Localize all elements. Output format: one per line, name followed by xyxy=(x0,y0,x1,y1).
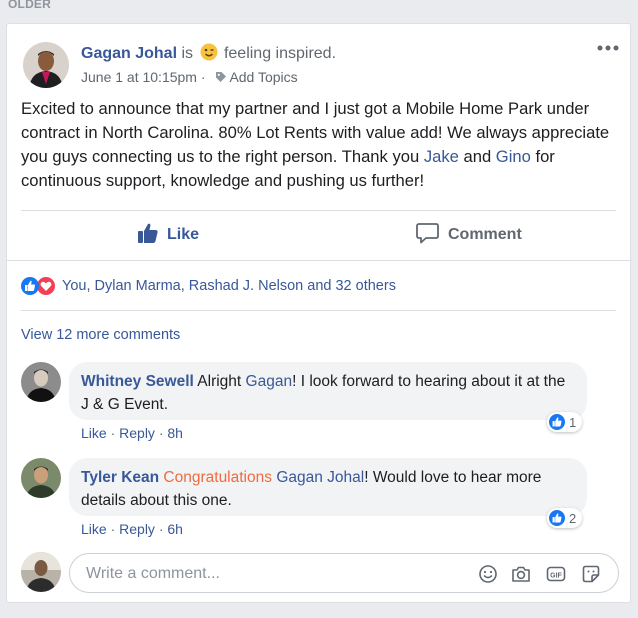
commenter-avatar[interactable] xyxy=(21,362,61,402)
author-name[interactable]: Gagan Johal xyxy=(81,45,177,62)
like-button[interactable]: Like xyxy=(137,220,199,250)
feeling-text[interactable]: feeling inspired. xyxy=(224,45,336,62)
comment-mention[interactable]: Gagan Johal xyxy=(276,469,364,486)
winking-face-emoji-icon xyxy=(200,43,218,67)
more-options-ellipsis-icon[interactable] xyxy=(596,40,620,56)
comment-actions: Like · Reply · 6h xyxy=(81,521,183,537)
comment-time[interactable]: 6h xyxy=(167,521,183,537)
post-card: Gagan Johal is feeling inspired. June 1 … xyxy=(6,23,631,603)
like-reaction-icon xyxy=(21,277,39,295)
reactions-text[interactable]: You, Dylan Marma, Rashad J. Nelson and 3… xyxy=(62,278,396,294)
current-user-avatar[interactable] xyxy=(21,552,61,592)
comment-bubble: Tyler Kean Congratulations Gagan Johal! … xyxy=(69,458,587,516)
comment-author[interactable]: Whitney Sewell xyxy=(81,373,194,390)
dot-separator: · xyxy=(110,521,116,537)
sticker-icon[interactable] xyxy=(581,564,601,584)
post-meta: June 1 at 10:15pm · Add Topics xyxy=(81,69,298,86)
author-avatar[interactable] xyxy=(23,42,69,88)
comment-bubble: Whitney Sewell Alright Gagan! I look for… xyxy=(69,362,587,420)
comment-actions: Like · Reply · 8h xyxy=(81,425,183,441)
smiley-icon[interactable] xyxy=(478,564,498,584)
comment-highlight-word: Congratulations xyxy=(163,469,272,486)
section-label: OLDER xyxy=(8,0,51,11)
mention-gino[interactable]: Gino xyxy=(496,147,531,166)
comment-author[interactable]: Tyler Kean xyxy=(81,469,159,486)
divider xyxy=(21,210,616,211)
comment-reaction-count[interactable]: 2 xyxy=(547,508,583,528)
post-body: Excited to announce that my partner and … xyxy=(21,97,621,193)
speech-bubble-icon xyxy=(416,222,439,249)
comment-composer: GIF xyxy=(69,553,619,594)
header-verb: is xyxy=(181,45,194,62)
meta-separator: · xyxy=(200,69,206,85)
divider xyxy=(21,310,616,311)
like-label: Like xyxy=(167,226,200,243)
gif-icon[interactable]: GIF xyxy=(546,564,566,584)
camera-icon[interactable] xyxy=(511,564,531,584)
dot-separator: · xyxy=(158,425,164,441)
dot-separator: · xyxy=(158,521,164,537)
divider xyxy=(7,260,630,261)
love-reaction-icon xyxy=(36,276,56,296)
comment-reply-link[interactable]: Reply xyxy=(119,521,155,537)
svg-text:GIF: GIF xyxy=(550,572,562,579)
like-reaction-icon xyxy=(549,414,565,430)
mention-jake[interactable]: Jake xyxy=(424,147,459,166)
view-more-comments-link[interactable]: View 12 more comments xyxy=(21,327,180,343)
dot-separator: · xyxy=(110,425,116,441)
reaction-count-number: 2 xyxy=(569,510,577,526)
post-text-and: and xyxy=(458,147,496,166)
comment-button[interactable]: Comment xyxy=(416,220,522,250)
comment-time[interactable]: 8h xyxy=(167,425,183,441)
add-topics-link[interactable]: Add Topics xyxy=(229,69,297,85)
reactions-summary[interactable]: You, Dylan Marma, Rashad J. Nelson and 3… xyxy=(21,276,396,296)
like-reaction-icon xyxy=(549,510,565,526)
commenter-avatar[interactable] xyxy=(21,458,61,498)
comment-reply-link[interactable]: Reply xyxy=(119,425,155,441)
comment-like-link[interactable]: Like xyxy=(81,425,107,441)
tag-icon xyxy=(215,70,227,86)
comment-reaction-count[interactable]: 1 xyxy=(547,412,583,432)
comment-like-link[interactable]: Like xyxy=(81,521,107,537)
comment-label: Comment xyxy=(448,226,522,243)
comment-input[interactable] xyxy=(84,554,468,594)
post-date[interactable]: June 1 at 10:15pm xyxy=(81,69,197,85)
post-header: Gagan Johal is feeling inspired. xyxy=(81,43,336,67)
thumbs-up-icon xyxy=(137,222,159,249)
reaction-count-number: 1 xyxy=(569,414,577,430)
comment-text: Alright xyxy=(193,373,246,390)
comment-mention[interactable]: Gagan xyxy=(246,373,293,390)
